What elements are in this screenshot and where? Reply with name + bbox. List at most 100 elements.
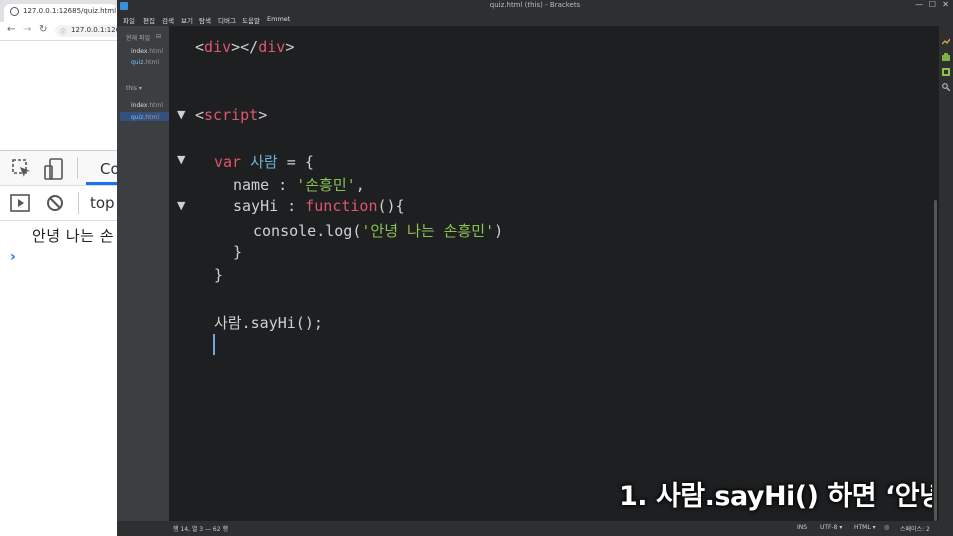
forward-icon[interactable]: →	[23, 24, 31, 36]
tag-name: div	[204, 38, 232, 56]
inspect-element-icon[interactable]	[12, 159, 32, 179]
browser-window: 127.0.0.1:12685/quiz.html ← → ↻ ⓘ 127.0.…	[0, 0, 117, 536]
project-file-quiz[interactable]: quiz.html	[131, 114, 159, 121]
menu-emmet[interactable]: Emmet	[267, 15, 290, 23]
menu-debug[interactable]: 디버그	[218, 15, 236, 25]
tag-name: div	[258, 38, 286, 56]
code-line-close-inner: }	[233, 243, 243, 261]
clear-console-icon[interactable]	[46, 194, 64, 212]
address-url: 127.0.0.1:12685	[71, 26, 117, 34]
live-preview-icon[interactable]	[942, 38, 950, 46]
devtools-toolbar: Co	[0, 151, 117, 186]
address-bar[interactable]: ⓘ 127.0.0.1:12685	[55, 25, 117, 37]
search-icon[interactable]	[942, 83, 950, 91]
working-files-header: 현재 파일	[126, 35, 150, 42]
console-toolbar: top	[0, 186, 117, 221]
browser-nav-bar: ← → ↻ ⓘ 127.0.0.1:12685	[0, 22, 117, 41]
back-icon[interactable]: ←	[7, 24, 15, 36]
toolbar-divider	[77, 157, 78, 179]
fold-arrow-icon[interactable]: ▼	[177, 199, 185, 212]
project-name: this	[126, 85, 137, 92]
text-cursor	[213, 334, 215, 355]
file-ext: .html	[147, 102, 163, 109]
menu-find[interactable]: 검색	[162, 15, 174, 25]
code-text: sayHi :	[233, 197, 306, 215]
cursor-position: 행 14, 열 3 — 62 행	[173, 526, 228, 533]
reload-icon[interactable]: ↻	[39, 24, 47, 36]
active-tab-indicator	[86, 182, 117, 185]
device-toolbar-icon[interactable]	[44, 158, 64, 180]
encoding-selector[interactable]: UTF-8 ▾	[820, 524, 842, 531]
toolbar-divider	[78, 192, 79, 214]
working-file-index[interactable]: index.html	[131, 48, 163, 55]
code-line-close-outer: }	[214, 266, 224, 284]
fold-arrow-icon[interactable]: ▼	[177, 108, 185, 121]
sidebar-toggle-icon[interactable]	[10, 194, 30, 212]
info-icon[interactable]: ⓘ	[60, 27, 66, 36]
menu-edit[interactable]: 편집	[143, 15, 155, 25]
context-selector[interactable]: top	[90, 194, 115, 212]
file-name: quiz	[131, 114, 144, 121]
browser-tab-strip: 127.0.0.1:12685/quiz.html	[0, 0, 117, 22]
scrollbar-thumb[interactable]	[934, 200, 937, 521]
window-title: quiz.html (this) - Brackets	[489, 1, 581, 9]
project-file-index[interactable]: index.html	[131, 102, 163, 109]
menu-navigate[interactable]: 탐색	[199, 15, 211, 25]
video-caption: 1. 사람.sayHi() 하면 ‘안녕 나는 손흥민’	[619, 481, 933, 512]
menu-help[interactable]: 도움말	[242, 15, 260, 25]
tag-name: script	[204, 106, 259, 124]
file-ext: .html	[143, 114, 160, 121]
status-bar: 행 14, 열 3 — 62 행 INS UTF-8 ▾ HTML ▾ ◎ 스페…	[117, 521, 953, 536]
project-header[interactable]: this ▾	[126, 85, 142, 92]
tab-console[interactable]: Co	[100, 160, 117, 178]
extension-icon[interactable]	[942, 68, 950, 76]
globe-icon	[10, 7, 19, 16]
keyword: var	[214, 153, 242, 171]
file-ext: .html	[147, 48, 163, 55]
menu-bar: 파일 편집 검색 보기 탐색 디버그 도움말 Emmet	[117, 13, 953, 26]
file-sidebar: 현재 파일 ⊟ index.html quiz.html this ▾ inde…	[117, 26, 169, 521]
file-ext: .html	[143, 59, 160, 66]
file-name: index	[131, 48, 148, 55]
working-file-quiz[interactable]: quiz.html	[131, 59, 159, 66]
browser-tab-title: 127.0.0.1:12685/quiz.html	[23, 7, 117, 15]
browser-tab[interactable]: 127.0.0.1:12685/quiz.html	[4, 4, 117, 22]
code-line-call: 사람.sayHi();	[214, 314, 323, 332]
maximize-icon[interactable]: ☐	[929, 0, 936, 9]
code-line-sayhi: sayHi : function(){	[233, 197, 405, 215]
insert-mode[interactable]: INS	[797, 524, 807, 531]
menu-file[interactable]: 파일	[123, 15, 135, 25]
string: '안녕 나는 손흥민'	[361, 222, 495, 240]
brackets-window: quiz.html (this) - Brackets — ☐ ✕ 파일 편집 …	[117, 0, 953, 536]
code-line-script: <script>	[195, 106, 268, 124]
code-text: )	[494, 222, 504, 240]
linter-status-icon[interactable]: ◎	[884, 524, 889, 531]
fold-arrow-icon[interactable]: ▼	[177, 153, 185, 166]
title-bar: quiz.html (this) - Brackets — ☐ ✕	[117, 0, 953, 13]
code-line-var: var 사람 = {	[214, 151, 314, 172]
code-text: (){	[377, 197, 405, 215]
code-text: console.log(	[253, 222, 362, 240]
code-text: = {	[277, 153, 314, 171]
minimize-icon[interactable]: —	[915, 0, 923, 9]
string: '손흥민'	[296, 176, 356, 194]
code-line-name: name : '손흥민',	[233, 174, 365, 195]
code-line-log: console.log('안녕 나는 손흥민')	[253, 220, 503, 241]
variable: 사람	[250, 153, 278, 171]
code-line-div: <div></div>	[195, 38, 295, 56]
extension-manager-icon[interactable]	[942, 53, 950, 61]
indent-setting[interactable]: 스페이스: 2	[900, 524, 930, 533]
split-view-icon[interactable]: ⊟	[156, 33, 161, 40]
code-editor[interactable]: <div></div> ▼ <script> ▼ var 사람 = { name…	[169, 26, 933, 521]
language-selector[interactable]: HTML ▾	[854, 524, 876, 531]
console-prompt-icon[interactable]: ›	[10, 249, 16, 265]
keyword: function	[305, 197, 378, 215]
file-name: quiz	[131, 59, 144, 66]
console-log-line: 안녕 나는 손	[32, 227, 115, 245]
right-toolbar	[939, 26, 953, 521]
devtools-panel: Co top 안녕 나는 손 ›	[0, 150, 117, 536]
menu-view[interactable]: 보기	[181, 15, 193, 25]
code-text: ,	[355, 176, 365, 194]
close-icon[interactable]: ✕	[942, 0, 949, 9]
file-name: index	[131, 102, 148, 109]
